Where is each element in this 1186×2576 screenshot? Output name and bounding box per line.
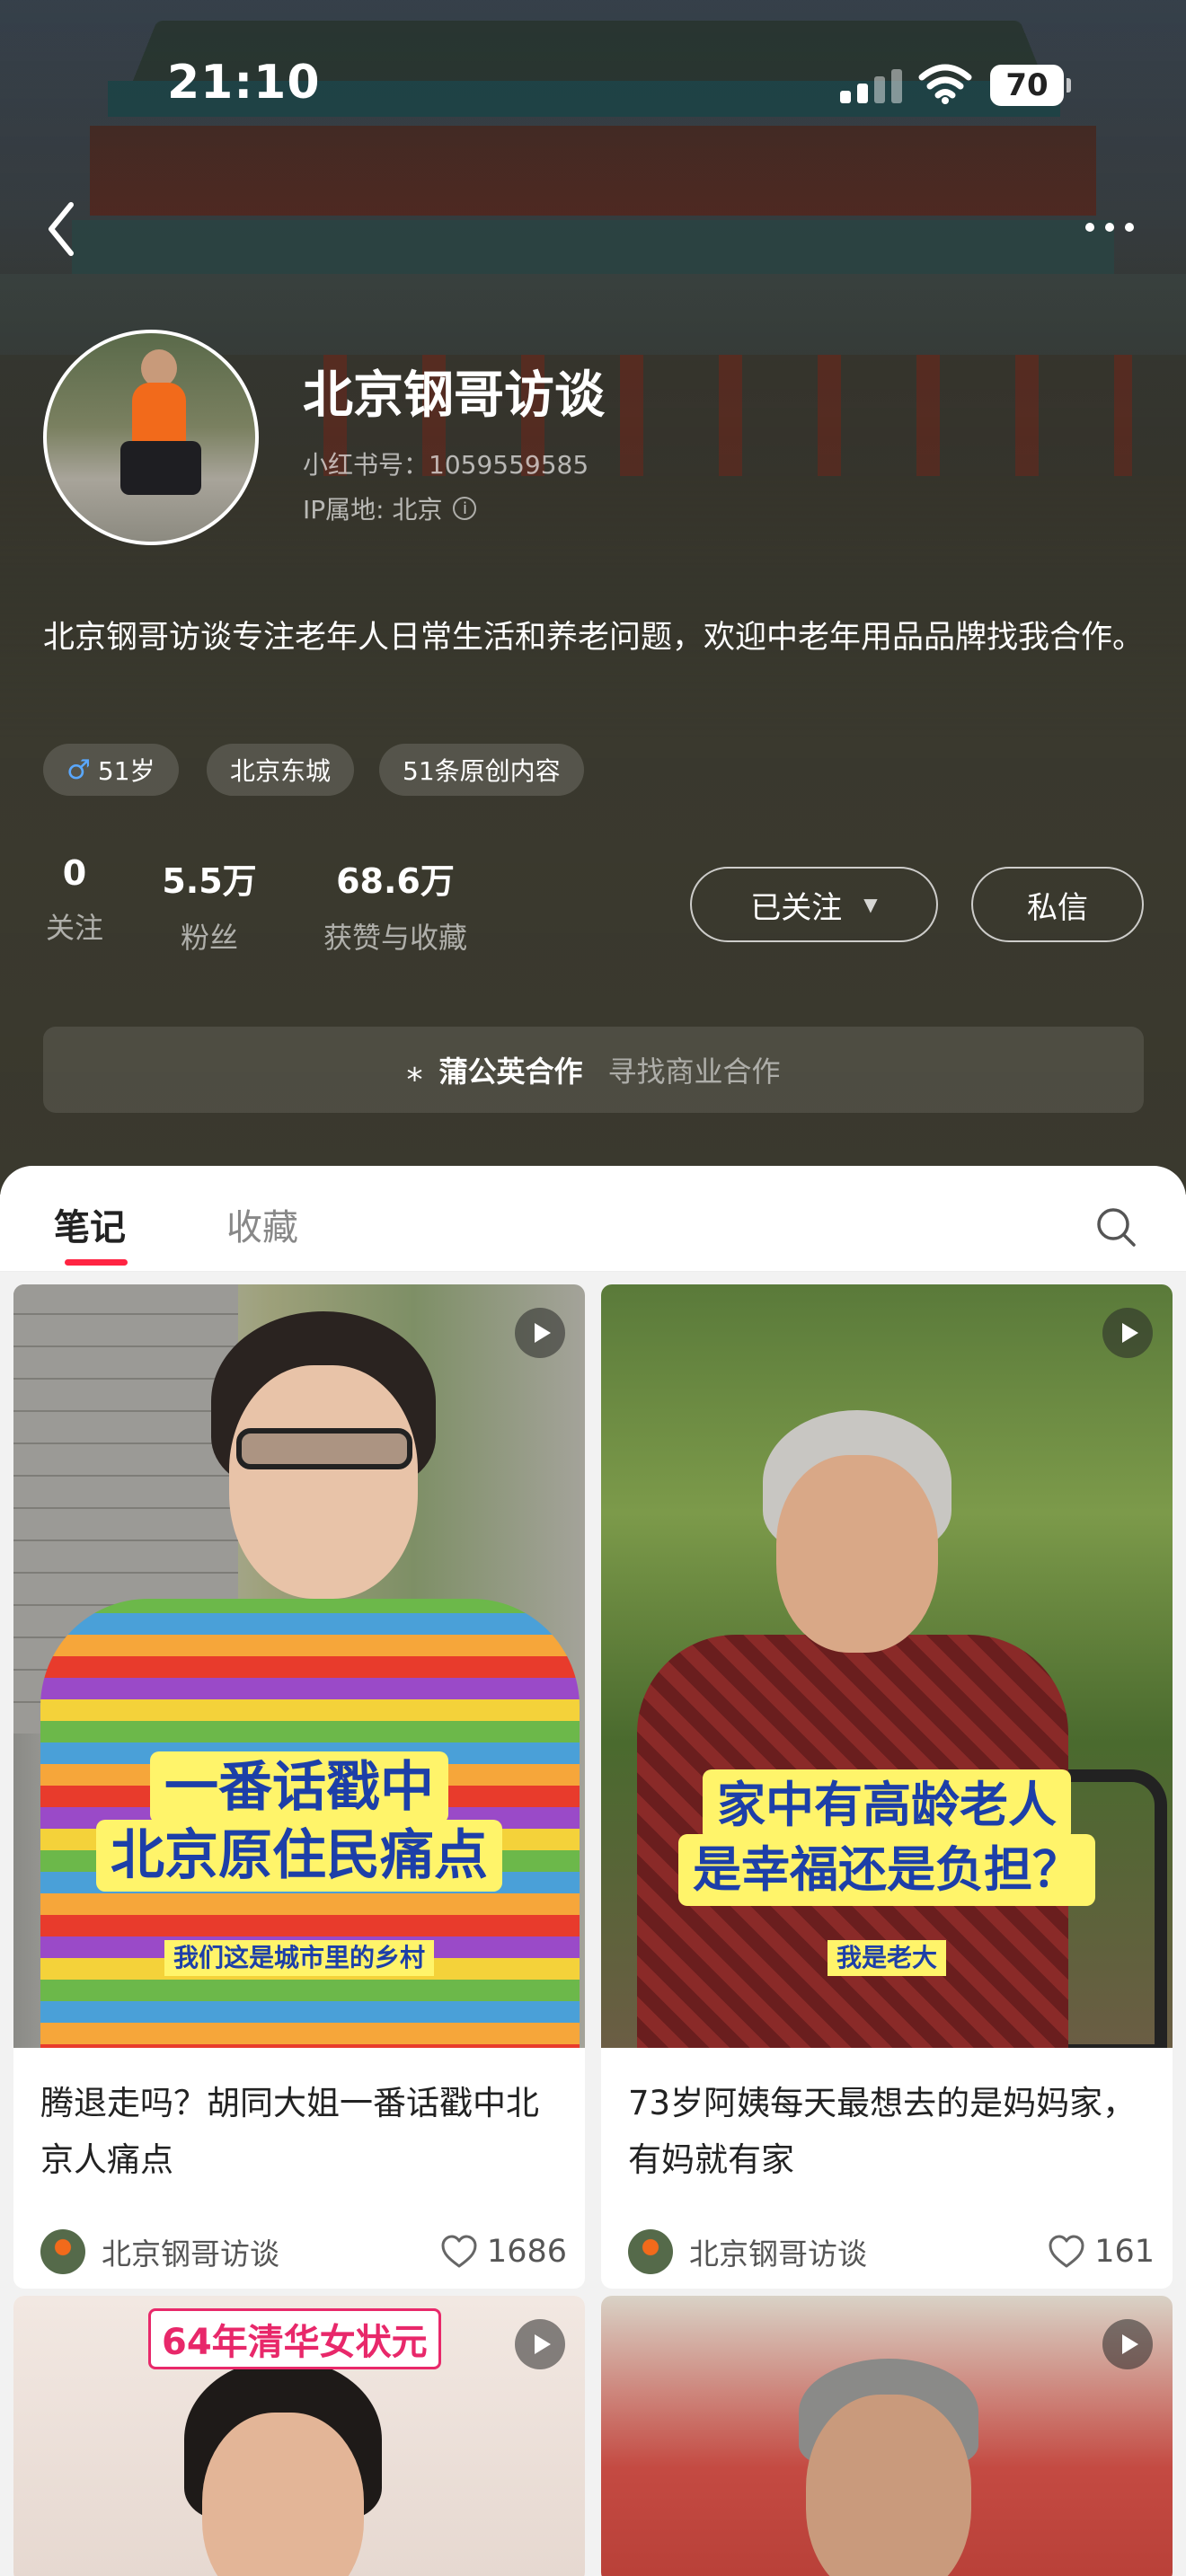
tag-location: 北京东城 bbox=[207, 744, 355, 796]
notes-feed: 一番话戳中 北京原住民痛点 我们这是城市里的乡村 腾退走吗？胡同大姐一番话戳中北… bbox=[0, 1272, 1186, 2576]
avatar[interactable] bbox=[43, 330, 259, 545]
profile-id[interactable]: 小红书号：1059559585 bbox=[303, 446, 589, 481]
caption-line-2: 是幸福还是负担？ bbox=[678, 1834, 1095, 1906]
note-thumbnail[interactable] bbox=[601, 2296, 1173, 2576]
note-title[interactable]: 73岁阿姨每天最想去的是妈妈家，有妈就有家 bbox=[628, 2075, 1149, 2188]
caption-line-1: 家中有高龄老人 bbox=[703, 1769, 1071, 1841]
profile-name: 北京钢哥访谈 bbox=[303, 366, 605, 425]
subtitle-text: 我是老大 bbox=[827, 1940, 946, 1976]
stat-following[interactable]: 0 关注 bbox=[43, 853, 106, 947]
video-play-icon bbox=[1102, 2319, 1153, 2369]
like-count: 161 bbox=[1094, 2234, 1155, 2270]
note-thumbnail[interactable]: 64年清华女状元 bbox=[13, 2296, 585, 2576]
video-caption: 北京原住民痛点 bbox=[13, 1820, 585, 1892]
video-play-icon bbox=[515, 2319, 565, 2369]
stat-likes-label: 获赞与收藏 bbox=[323, 921, 467, 955]
author-name[interactable]: 北京钢哥访谈 bbox=[689, 2230, 1048, 2273]
active-tab-indicator bbox=[65, 1259, 128, 1266]
heart-icon[interactable] bbox=[1048, 2234, 1085, 2270]
video-caption: 是幸福还是负担？ bbox=[601, 1834, 1173, 1906]
tab-notes[interactable]: 笔记 bbox=[54, 1198, 126, 1250]
profile-header: 21:10 70 北京钢哥访谈 小红书号：1059559585 IP属地: 北京… bbox=[0, 0, 1186, 1195]
tag-age-label: 51岁 bbox=[97, 756, 155, 786]
wifi-icon bbox=[918, 64, 972, 104]
dandelion-icon: ⁎ bbox=[406, 1051, 423, 1089]
caret-down-icon: ▼ bbox=[863, 894, 878, 915]
video-play-icon bbox=[1102, 1308, 1153, 1358]
caption-line-1: 一番话戳中 bbox=[150, 1751, 448, 1823]
stat-likes-and-collects[interactable]: 68.6万 获赞与收藏 bbox=[314, 853, 476, 957]
business-subtitle: 寻找商业合作 bbox=[607, 1054, 781, 1089]
battery-icon: 70 bbox=[990, 65, 1071, 106]
profile-ip-location: IP属地: 北京 i bbox=[303, 490, 477, 526]
video-caption: 家中有高龄老人 bbox=[601, 1769, 1173, 1841]
tab-collect[interactable]: 收藏 bbox=[226, 1198, 298, 1250]
video-subtitle: 我是老大 bbox=[601, 1940, 1173, 1976]
stat-fans-label: 粉丝 bbox=[180, 921, 238, 955]
tag-age: ♂ 51岁 bbox=[43, 744, 179, 796]
author-avatar[interactable] bbox=[40, 2229, 85, 2274]
note-thumbnail[interactable]: 一番话戳中 北京原住民痛点 我们这是城市里的乡村 bbox=[13, 1284, 585, 2048]
note-card[interactable]: 64年清华女状元 bbox=[13, 2296, 585, 2576]
profile-bio: 北京钢哥访谈专注老年人日常生活和养老问题，欢迎中老年用品品牌找我合作。 bbox=[43, 620, 1145, 656]
back-icon[interactable] bbox=[40, 198, 85, 260]
note-title[interactable]: 腾退走吗？胡同大姐一番话戳中北京人痛点 bbox=[40, 2075, 562, 2188]
like-count: 1686 bbox=[486, 2234, 567, 2270]
note-card[interactable]: 一番话戳中 北京原住民痛点 我们这是城市里的乡村 腾退走吗？胡同大姐一番话戳中北… bbox=[13, 1284, 585, 2289]
caption-line-2: 北京原住民痛点 bbox=[96, 1820, 502, 1892]
author-avatar[interactable] bbox=[628, 2229, 673, 2274]
subtitle-text: 我们这是城市里的乡村 bbox=[164, 1940, 434, 1976]
search-icon[interactable] bbox=[1094, 1205, 1137, 1248]
note-thumbnail[interactable]: 家中有高龄老人 是幸福还是负担？ 我是老大 bbox=[601, 1284, 1173, 2048]
male-gender-icon: ♂ bbox=[66, 754, 91, 786]
note-card[interactable]: 家中有高龄老人 是幸福还是负担？ 我是老大 73岁阿姨每天最想去的是妈妈家，有妈… bbox=[601, 1284, 1173, 2289]
stat-following-label: 关注 bbox=[45, 911, 103, 945]
cover-overlay bbox=[0, 0, 1186, 1195]
author-name[interactable]: 北京钢哥访谈 bbox=[102, 2230, 440, 2273]
note-meta: 北京钢哥访谈 1686 bbox=[40, 2229, 567, 2274]
note-card[interactable] bbox=[601, 2296, 1173, 2576]
heart-icon[interactable] bbox=[440, 2234, 478, 2270]
message-button[interactable]: 私信 bbox=[971, 867, 1144, 942]
business-cooperation-bar[interactable]: ⁎ 蒲公英合作 寻找商业合作 bbox=[43, 1027, 1144, 1113]
video-play-icon bbox=[515, 1308, 565, 1358]
signal-icon bbox=[840, 69, 903, 103]
video-caption: 64年清华女状元 bbox=[148, 2308, 441, 2369]
video-subtitle: 我们这是城市里的乡村 bbox=[13, 1940, 585, 1976]
video-caption: 一番话戳中 bbox=[13, 1751, 585, 1823]
tag-original-count: 51条原创内容 bbox=[379, 744, 584, 796]
stat-fans-value: 5.5万 bbox=[162, 861, 257, 901]
status-time: 21:10 bbox=[167, 56, 321, 110]
note-meta: 北京钢哥访谈 161 bbox=[628, 2229, 1155, 2274]
more-icon[interactable] bbox=[1085, 214, 1148, 241]
ip-label: IP属地: 北京 bbox=[303, 495, 443, 525]
stat-fans[interactable]: 5.5万 粉丝 bbox=[160, 853, 259, 957]
info-icon[interactable]: i bbox=[453, 497, 477, 520]
business-title: 蒲公英合作 bbox=[438, 1054, 583, 1089]
following-button-label: 已关注 bbox=[750, 889, 843, 926]
stat-likes-value: 68.6万 bbox=[336, 861, 455, 901]
following-button[interactable]: 已关注 ▼ bbox=[690, 867, 938, 942]
content-tabs: 笔记 收藏 bbox=[0, 1166, 1186, 1272]
stat-following-value: 0 bbox=[62, 853, 87, 893]
